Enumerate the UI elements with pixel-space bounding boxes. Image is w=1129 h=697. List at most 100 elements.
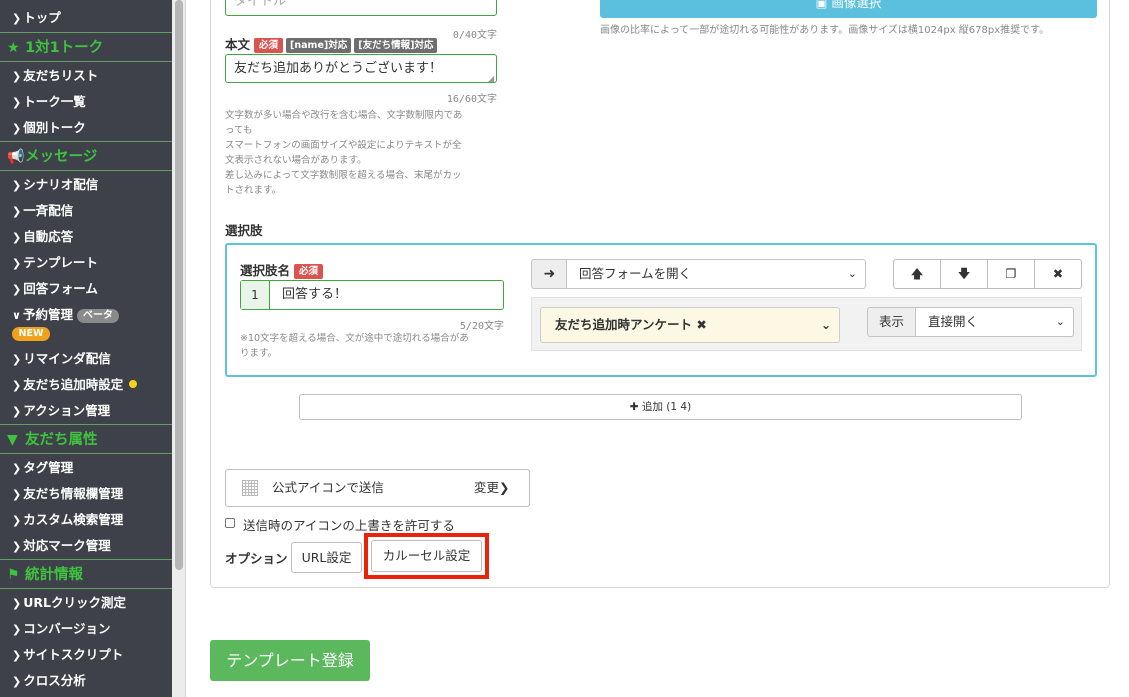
chevron-down-icon: ⌄ xyxy=(1055,315,1065,328)
sidebar-section-message: 📢メッセージ xyxy=(0,141,172,171)
sidebar-section-talk: ★ 1対1トーク xyxy=(0,32,172,62)
chevron-right-icon: ❯ xyxy=(499,480,510,495)
sidebar-item-friend-add-settings[interactable]: ❯ 友だち追加時設定 xyxy=(0,373,172,397)
new-badge: NEW xyxy=(12,327,50,341)
chevron-right-icon: ❯ xyxy=(12,488,22,501)
sidebar-item-top[interactable]: ❯ トップ xyxy=(0,6,172,30)
add-choice-button[interactable]: ✚ 追加 (1 4) xyxy=(299,394,1022,420)
sidebar: ❯ トップ ★ 1対1トーク ❯ 友だちリスト ❯ トーク一覧 ❯ 個別トーク 📢メッセー… xyxy=(0,0,172,697)
sidebar-item-reservation[interactable]: ∨ 予約管理 ベータ xyxy=(0,303,172,327)
copy-button[interactable]: ❐ xyxy=(987,259,1035,289)
choices-label: 選択肢 xyxy=(225,223,263,238)
form-settings-panel: 友だち追加時アンケート ✖ ⌄ 表示 直接開く ⌄ xyxy=(531,297,1082,351)
chevron-right-icon: ❯ xyxy=(12,379,22,392)
chevron-right-icon: ❯ xyxy=(12,231,22,244)
sidebar-scrollbar-thumb[interactable] xyxy=(175,0,183,570)
resize-handle-icon[interactable]: ◢ xyxy=(488,74,494,83)
change-button[interactable]: 変更❯ xyxy=(474,470,510,506)
chevron-right-icon: ❯ xyxy=(12,283,22,296)
sidebar-item-action-management[interactable]: ❯ アクション管理 xyxy=(0,399,172,423)
sidebar-item-talk-list[interactable]: ❯ トーク一覧 xyxy=(0,90,172,114)
official-icon xyxy=(242,480,258,496)
chevron-right-icon: ❯ xyxy=(12,70,22,83)
beta-badge: ベータ xyxy=(76,309,119,323)
choice-box: 選択肢名 必須 1 回答する！ 5/20文字 ※10文字を超える場合、文が途中で途… xyxy=(225,243,1097,377)
image-note: 画像の比率によって一部が途切れる可能性があります。画像サイズは横1024px 縦… xyxy=(600,25,1050,36)
sidebar-item-friend-list[interactable]: ❯ 友だちリスト xyxy=(0,64,172,88)
sidebar-item-mark[interactable]: ❯ 対応マーク管理 xyxy=(0,534,172,558)
allow-icon-override-label: 送信時のアイコンの上書きを許可する xyxy=(243,518,455,533)
friend-info-tag-badge: [友だち情報]対応 xyxy=(354,38,438,53)
sidebar-item-conversion[interactable]: ❯ コンバージョン xyxy=(0,617,172,641)
chevron-right-icon: ❯ xyxy=(12,179,22,192)
arrow-down-icon: 🡇 xyxy=(957,266,971,281)
body-counter: 16/60文字 xyxy=(446,94,497,105)
sidebar-item-answer-form[interactable]: ❯ 回答フォーム xyxy=(0,277,172,301)
template-form-panel: タイトル 0/40文字 ▣ 画像選択 画像の比率によって一部が途切れる可能性があ… xyxy=(210,0,1110,588)
register-template-button[interactable]: テンプレート登録 xyxy=(210,640,370,681)
form-select[interactable]: 友だち追加時アンケート ✖ ⌄ xyxy=(540,307,840,343)
display-label: 表示 xyxy=(867,307,915,337)
sidebar-item-custom-search[interactable]: ❯ カスタム検索管理 xyxy=(0,508,172,532)
sidebar-item-auto-reply[interactable]: ❯ 自動応答 xyxy=(0,225,172,249)
choice-name-input-group: 1 回答する！ xyxy=(240,280,504,310)
close-icon: ✖ xyxy=(1052,266,1064,281)
plus-icon: ✚ xyxy=(629,401,639,413)
chevron-right-icon: ❯ xyxy=(12,675,22,688)
sidebar-item-url-click[interactable]: ❯ URLクリック測定 xyxy=(0,591,172,615)
arrow-right-icon: ➜ xyxy=(531,259,567,289)
sidebar-item-site-script[interactable]: ❯ サイトスクリプト xyxy=(0,643,172,667)
choice-name-label: 選択肢名 必須 xyxy=(240,260,324,279)
sidebar-item-cross-analysis[interactable]: ❯ クロス分析 xyxy=(0,669,172,693)
sidebar-item-broadcast[interactable]: ❯ 一斉配信 xyxy=(0,199,172,223)
chevron-down-icon: ∨ xyxy=(12,309,21,322)
megaphone-icon: 📢 xyxy=(7,149,25,165)
arrow-up-icon: 🡅 xyxy=(910,266,924,281)
action-select[interactable]: 回答フォームを開く ⌄ xyxy=(566,259,866,289)
sidebar-item-reminder[interactable]: ❯ リマインダ配信 xyxy=(0,347,172,371)
remove-icon[interactable]: ✖ xyxy=(696,317,706,332)
chevron-right-icon: ❯ xyxy=(12,462,22,475)
choice-counter: 5/20文字 xyxy=(459,321,504,332)
chevron-right-icon: ❯ xyxy=(12,514,22,527)
chevron-down-icon: ⌄ xyxy=(847,267,857,280)
required-badge: 必須 xyxy=(294,264,324,279)
image-select-button[interactable]: ▣ 画像選択 xyxy=(600,0,1097,18)
sender-select-button[interactable]: 公式アイコンで送信 変更❯ xyxy=(225,469,530,507)
chevron-right-icon: ❯ xyxy=(12,205,22,218)
required-badge: 必須 xyxy=(254,38,284,53)
flag-icon: ⚑ xyxy=(7,567,20,583)
chevron-down-icon: ⌄ xyxy=(820,318,831,332)
sidebar-item-friend-info[interactable]: ❯ 友だち情報欄管理 xyxy=(0,482,172,506)
carousel-settings-button[interactable]: カルーセル設定 xyxy=(371,540,482,572)
chevron-right-icon: ❯ xyxy=(12,597,22,610)
url-settings-button[interactable]: URL設定 xyxy=(291,542,362,573)
choice-note: ※10文字を超える場合、文が途中で途切れる場合があ ります。 xyxy=(240,333,469,359)
chevron-right-icon: ❯ xyxy=(12,257,22,270)
image-icon: ▣ xyxy=(815,0,828,10)
chevron-right-icon: ❯ xyxy=(12,353,22,366)
allow-icon-override-checkbox[interactable] xyxy=(225,518,235,528)
display-select[interactable]: 直接開く ⌄ xyxy=(915,307,1074,337)
sidebar-section-stats: ⚑ 統計情報 xyxy=(0,559,172,589)
sidebar-item-individual-talk[interactable]: ❯ 個別トーク xyxy=(0,116,172,140)
sidebar-item-template[interactable]: ❯ テンプレート xyxy=(0,251,172,275)
sidebar-item-tag[interactable]: ❯ タグ管理 xyxy=(0,456,172,480)
delete-button[interactable]: ✖ xyxy=(1034,259,1082,289)
title-input[interactable]: タイトル xyxy=(225,0,497,16)
chevron-right-icon: ❯ xyxy=(12,122,22,135)
move-up-button[interactable]: 🡅 xyxy=(893,259,941,289)
chevron-right-icon: ❯ xyxy=(12,540,22,553)
notification-dot xyxy=(129,380,138,388)
move-down-button[interactable]: 🡇 xyxy=(940,259,988,289)
options-label: オプション xyxy=(225,551,288,566)
chevron-right-icon: ❯ xyxy=(12,405,22,418)
body-label: 本文 必須 [name]対応 [友だち情報]対応 xyxy=(225,34,438,53)
chevron-right-icon: ❯ xyxy=(12,649,22,662)
sidebar-section-attributes: ▼ 友だち属性 xyxy=(0,424,172,454)
chevron-right-icon: ❯ xyxy=(12,96,22,109)
choice-name-input[interactable]: 回答する！ xyxy=(282,281,347,309)
chevron-right-icon: ❯ xyxy=(12,623,22,636)
sidebar-item-scenario[interactable]: ❯ シナリオ配信 xyxy=(0,173,172,197)
body-textarea[interactable]: 友だち追加ありがとうございます！ xyxy=(225,54,497,83)
